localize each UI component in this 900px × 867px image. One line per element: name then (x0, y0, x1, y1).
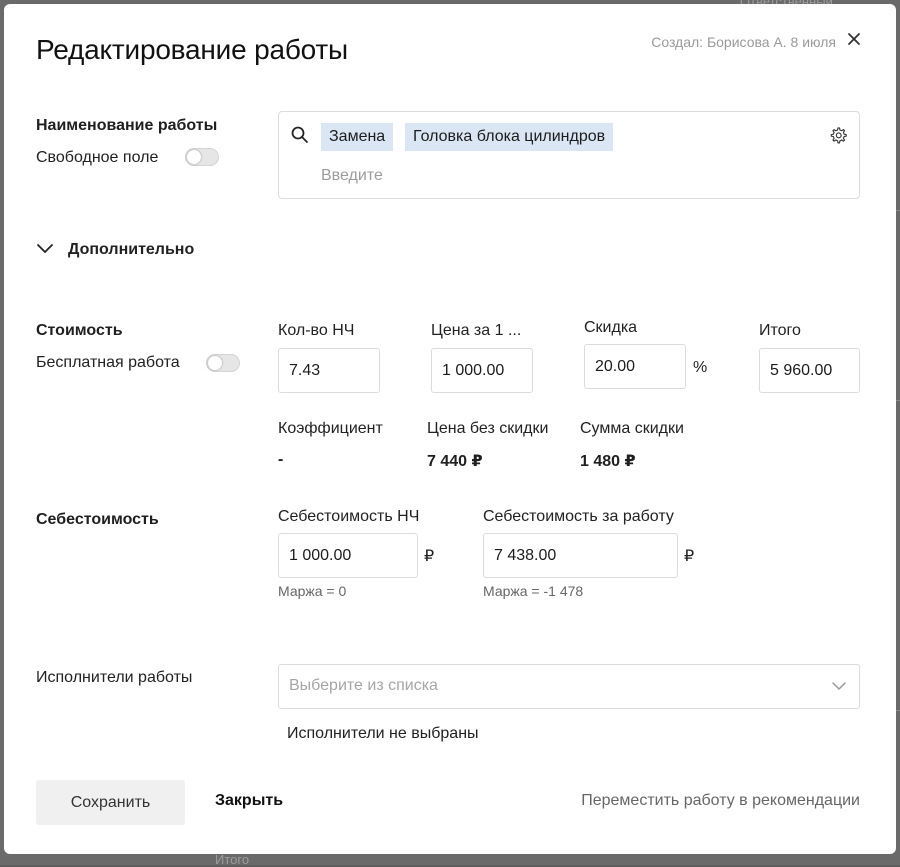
free-work-label: Бесплатная работа (36, 354, 180, 371)
work-name-label: Наименование работы (36, 117, 218, 134)
hour-cost-input[interactable]: 1 000.00 (278, 533, 418, 578)
toggle-knob (187, 150, 201, 164)
free-work-toggle[interactable] (206, 354, 240, 372)
work-cost-input[interactable]: 7 438.00 (483, 533, 678, 578)
name-chip[interactable]: Замена (321, 123, 394, 151)
chevron-down-icon (832, 682, 846, 690)
total-input[interactable]: 5 960.00 (759, 348, 860, 393)
performers-placeholder: Выберите из списка (289, 677, 438, 694)
discount-sum-value: 1 480 ₽ (580, 453, 636, 470)
additional-toggle-label[interactable]: Дополнительно (68, 241, 194, 259)
work-margin-note: Маржа = -1 478 (483, 583, 584, 599)
edit-work-dialog: Редактирование работы Создал: Борисова А… (4, 4, 896, 854)
close-icon[interactable] (844, 29, 864, 49)
hour-cost-currency: ₽ (424, 548, 435, 565)
name-placeholder: Введите (321, 167, 383, 184)
self-cost-section-label: Себестоимость (36, 511, 159, 528)
search-icon (291, 126, 308, 143)
coefficient-value: - (278, 451, 284, 468)
move-to-recommendations-link[interactable]: Переместить работу в рекомендации (581, 792, 860, 810)
dialog-title: Редактирование работы (36, 34, 348, 65)
free-field-label: Свободное поле (36, 149, 159, 166)
name-chip[interactable]: Головка блока цилиндров (405, 123, 614, 151)
qty-hours-label: Кол-во НЧ (278, 322, 355, 339)
discount-sum-label: Сумма скидки (580, 420, 684, 437)
toggle-knob (208, 356, 222, 370)
work-name-input[interactable]: Замена Головка блока цилиндров Введите (278, 111, 860, 199)
gear-icon[interactable] (829, 126, 847, 144)
price-per-unit-input[interactable]: 1 000.00 (431, 348, 533, 393)
performers-select[interactable]: Выберите из списка (278, 664, 860, 709)
price-per-unit-label: Цена за 1 ... (431, 322, 522, 339)
discount-input[interactable]: 20.00 (584, 344, 686, 389)
coefficient-label: Коэффициент (278, 420, 383, 437)
free-field-toggle[interactable] (185, 148, 219, 166)
created-by-meta: Создал: Борисова А. 8 июля (651, 34, 836, 50)
close-button[interactable]: Закрыть (215, 792, 283, 810)
work-cost-currency: ₽ (684, 548, 695, 565)
hour-margin-note: Маржа = 0 (278, 583, 347, 599)
work-cost-label: Себестоимость за работу (483, 508, 674, 525)
price-no-discount-label: Цена без скидки (427, 420, 549, 437)
performers-empty-text: Исполнители не выбраны (287, 725, 479, 742)
chevron-down-icon[interactable] (36, 242, 54, 256)
hour-cost-label: Себестоимость НЧ (278, 508, 420, 525)
performers-label: Исполнители работы (36, 669, 193, 686)
qty-hours-input[interactable]: 7.43 (278, 348, 380, 393)
save-button[interactable]: Сохранить (36, 780, 185, 825)
total-label: Итого (759, 322, 801, 339)
cost-section-label: Стоимость (36, 322, 123, 339)
price-no-discount-value: 7 440 ₽ (427, 453, 483, 470)
discount-percent-unit: % (693, 359, 708, 376)
discount-label: Скидка (584, 319, 638, 336)
